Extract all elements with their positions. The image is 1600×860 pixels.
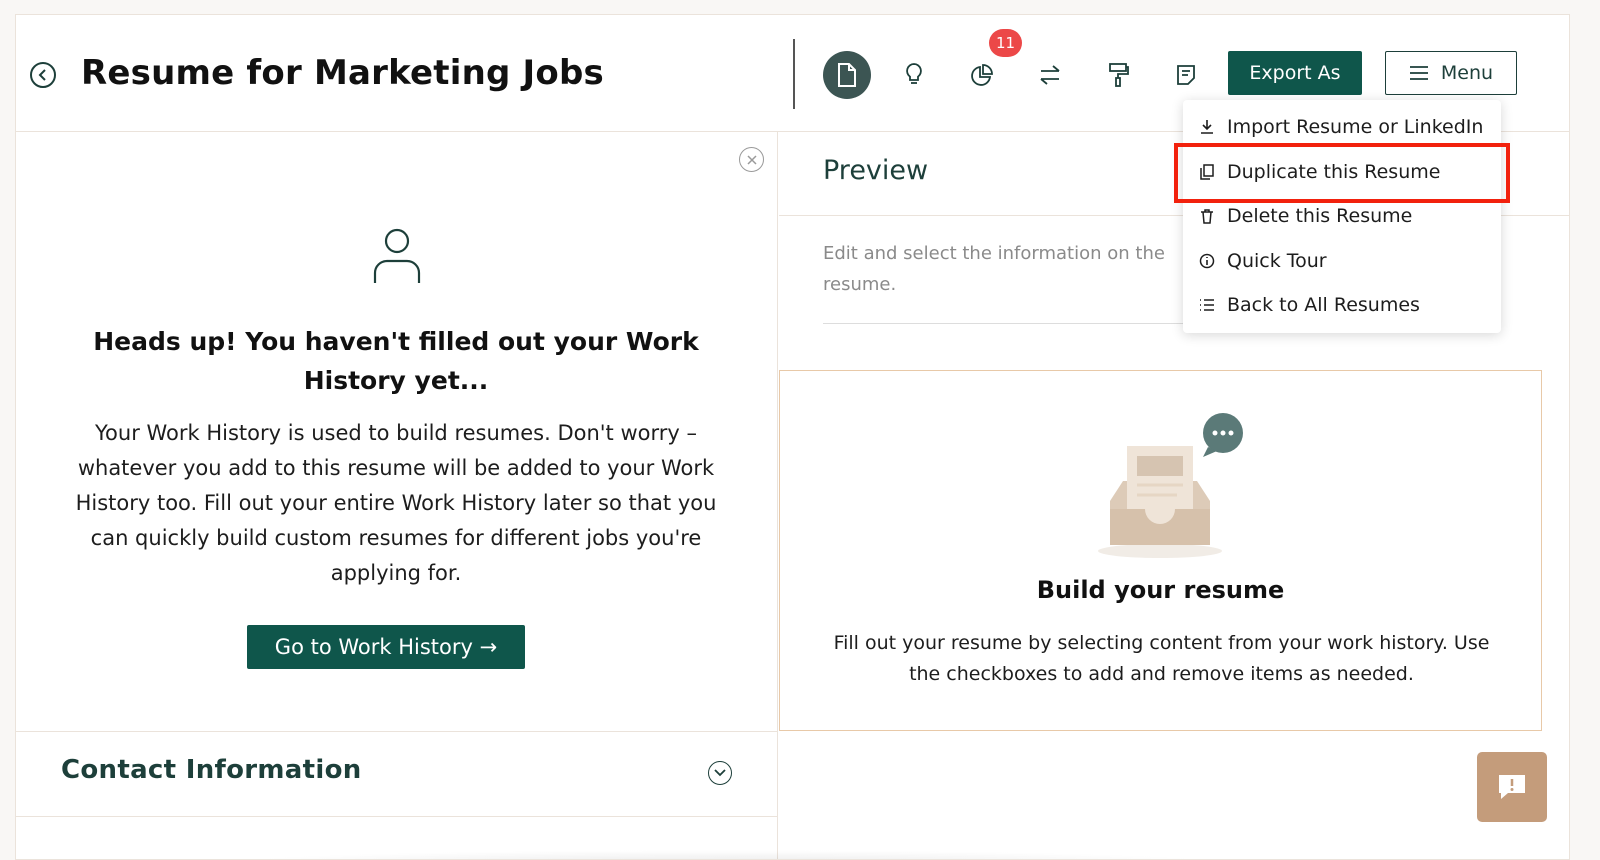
- preview-desc-divider: [823, 323, 1193, 324]
- menu-dropdown: Import Resume or LinkedIn Duplicate this…: [1183, 100, 1501, 333]
- menu-item-delete[interactable]: Delete this Resume: [1183, 196, 1501, 236]
- design-button[interactable]: [1094, 51, 1142, 99]
- menu-item-quick-tour[interactable]: Quick Tour: [1183, 241, 1501, 281]
- chat-alert-icon: [1499, 775, 1525, 799]
- notice-title: Heads up! You haven't filled out your Wo…: [93, 327, 699, 395]
- build-resume-body: Fill out your resume by selecting conten…: [833, 632, 1490, 685]
- menu-item-import[interactable]: Import Resume or LinkedIn: [1183, 107, 1501, 147]
- menu-item-duplicate[interactable]: Duplicate this Resume: [1183, 152, 1501, 192]
- header-divider: [793, 39, 795, 109]
- menu-item-label: Delete this Resume: [1227, 205, 1413, 227]
- close-notice-button[interactable]: [739, 147, 764, 172]
- chevron-left-icon: [38, 69, 46, 81]
- preview-description: Edit and select the information on the r…: [823, 243, 1165, 295]
- preview-title: Preview: [823, 155, 929, 186]
- paint-roller-icon: [1109, 63, 1129, 87]
- contact-information-title: Contact Information: [61, 755, 362, 785]
- document-icon: [838, 63, 856, 87]
- build-resume-card: Build your resume Fill out your resume b…: [779, 370, 1542, 731]
- copy-icon: [1200, 164, 1214, 180]
- export-as-button[interactable]: Export As: [1228, 51, 1362, 95]
- analytics-button[interactable]: [958, 51, 1006, 99]
- reorder-button[interactable]: [1026, 51, 1074, 99]
- inbox-document-icon: [1098, 413, 1243, 558]
- bottom-shadow: [226, 850, 1226, 859]
- pie-chart-icon: [971, 64, 993, 86]
- notification-badge: 11: [989, 29, 1022, 57]
- back-button[interactable]: [30, 62, 56, 88]
- notice-body: Your Work History is used to build resum…: [75, 421, 717, 585]
- close-icon: [746, 154, 757, 165]
- build-resume-title: Build your resume: [1036, 576, 1285, 604]
- menu-item-label: Import Resume or LinkedIn: [1227, 116, 1484, 138]
- tips-button[interactable]: [890, 51, 938, 99]
- info-icon: [1199, 253, 1215, 269]
- menu-item-back-to-all[interactable]: Back to All Resumes: [1183, 285, 1501, 325]
- menu-label: Menu: [1440, 62, 1494, 84]
- go-to-work-history-button[interactable]: Go to Work History →: [247, 625, 525, 669]
- contact-information-section[interactable]: Contact Information: [16, 731, 778, 817]
- trash-icon: [1201, 209, 1213, 224]
- menu-item-label: Duplicate this Resume: [1227, 161, 1441, 183]
- user-icon: [373, 228, 421, 283]
- list-icon: [1200, 299, 1214, 311]
- left-column: Heads up! You haven't filled out your Wo…: [16, 132, 778, 859]
- notes-button[interactable]: [1162, 51, 1210, 99]
- lightbulb-icon: [906, 63, 922, 84]
- chevron-down-icon: [714, 769, 726, 777]
- hamburger-icon: [1409, 66, 1428, 80]
- document-button[interactable]: [823, 51, 871, 99]
- expand-contact-button[interactable]: [708, 761, 732, 785]
- page-title: Resume for Marketing Jobs: [81, 53, 604, 93]
- menu-item-label: Back to All Resumes: [1227, 294, 1420, 316]
- menu-button[interactable]: Menu: [1385, 51, 1517, 95]
- swap-icon: [1040, 65, 1060, 85]
- feedback-button[interactable]: [1477, 752, 1547, 822]
- menu-item-label: Quick Tour: [1227, 250, 1327, 272]
- download-icon: [1201, 120, 1213, 134]
- note-icon: [1177, 65, 1195, 85]
